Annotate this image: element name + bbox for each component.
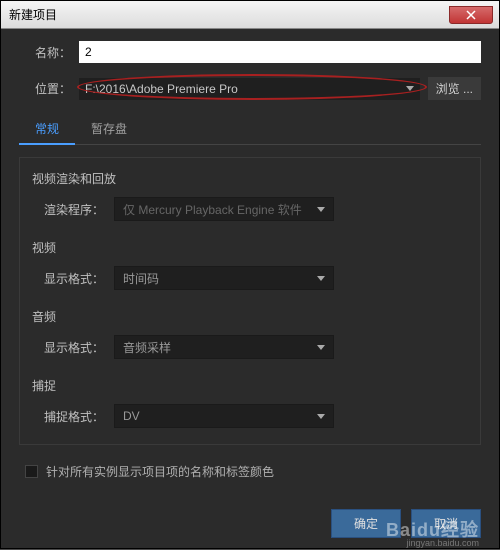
- name-label: 名称：: [19, 44, 79, 61]
- chevron-down-icon: [317, 276, 325, 281]
- close-button[interactable]: [449, 6, 493, 24]
- name-row: 名称：: [19, 41, 481, 63]
- location-dropdown[interactable]: F:\2016\Adobe Premiere Pro: [79, 78, 420, 100]
- capture-format-select[interactable]: DV: [114, 404, 334, 428]
- chevron-down-icon: [317, 207, 325, 212]
- renderer-label: 渲染程序：: [44, 201, 114, 218]
- name-input[interactable]: [79, 41, 481, 63]
- audio-format-label: 显示格式：: [44, 339, 114, 356]
- watermark-sub: jingyan.baidu.com: [406, 538, 479, 548]
- location-label: 位置：: [19, 80, 79, 97]
- capture-section-title: 捕捉: [32, 377, 468, 394]
- audio-format-value: 音频采样: [123, 339, 171, 356]
- show-names-checkbox[interactable]: [25, 465, 38, 478]
- footer: 确定 取消: [331, 509, 481, 538]
- audio-section-title: 音频: [32, 308, 468, 325]
- tab-general[interactable]: 常规: [19, 114, 75, 145]
- video-format-value: 时间码: [123, 270, 159, 287]
- general-panel: 视频渲染和回放 渲染程序： 仅 Mercury Playback Engine …: [19, 157, 481, 445]
- video-format-label: 显示格式：: [44, 270, 114, 287]
- video-section-title: 视频: [32, 239, 468, 256]
- video-section: 视频 显示格式： 时间码: [32, 239, 468, 290]
- close-icon: [466, 10, 476, 20]
- browse-button[interactable]: 浏览 ...: [428, 77, 481, 100]
- dialog-title: 新建项目: [9, 6, 57, 23]
- checkbox-label: 针对所有实例显示项目项的名称和标签颜色: [46, 463, 274, 480]
- tabs: 常规 暂存盘: [19, 114, 481, 145]
- chevron-down-icon: [317, 345, 325, 350]
- checkbox-row: 针对所有实例显示项目项的名称和标签颜色: [25, 463, 481, 480]
- capture-format-label: 捕捉格式：: [44, 408, 114, 425]
- chevron-down-icon: [406, 86, 414, 91]
- render-section-title: 视频渲染和回放: [32, 170, 468, 187]
- cancel-button[interactable]: 取消: [411, 509, 481, 538]
- audio-section: 音频 显示格式： 音频采样: [32, 308, 468, 359]
- tab-scratch-disks[interactable]: 暂存盘: [75, 114, 143, 144]
- capture-section: 捕捉 捕捉格式： DV: [32, 377, 468, 428]
- titlebar: 新建项目: [1, 1, 499, 29]
- renderer-select[interactable]: 仅 Mercury Playback Engine 软件: [114, 197, 334, 221]
- audio-format-select[interactable]: 音频采样: [114, 335, 334, 359]
- new-project-dialog: 新建项目 名称： 位置： F:\2016\Adobe Premiere Pro …: [0, 0, 500, 549]
- ok-button[interactable]: 确定: [331, 509, 401, 538]
- render-section: 视频渲染和回放 渲染程序： 仅 Mercury Playback Engine …: [32, 170, 468, 221]
- capture-format-value: DV: [123, 409, 140, 423]
- location-row: 位置： F:\2016\Adobe Premiere Pro 浏览 ...: [19, 77, 481, 100]
- video-format-select[interactable]: 时间码: [114, 266, 334, 290]
- chevron-down-icon: [317, 414, 325, 419]
- renderer-value: 仅 Mercury Playback Engine 软件: [123, 201, 302, 218]
- location-value: F:\2016\Adobe Premiere Pro: [85, 82, 238, 96]
